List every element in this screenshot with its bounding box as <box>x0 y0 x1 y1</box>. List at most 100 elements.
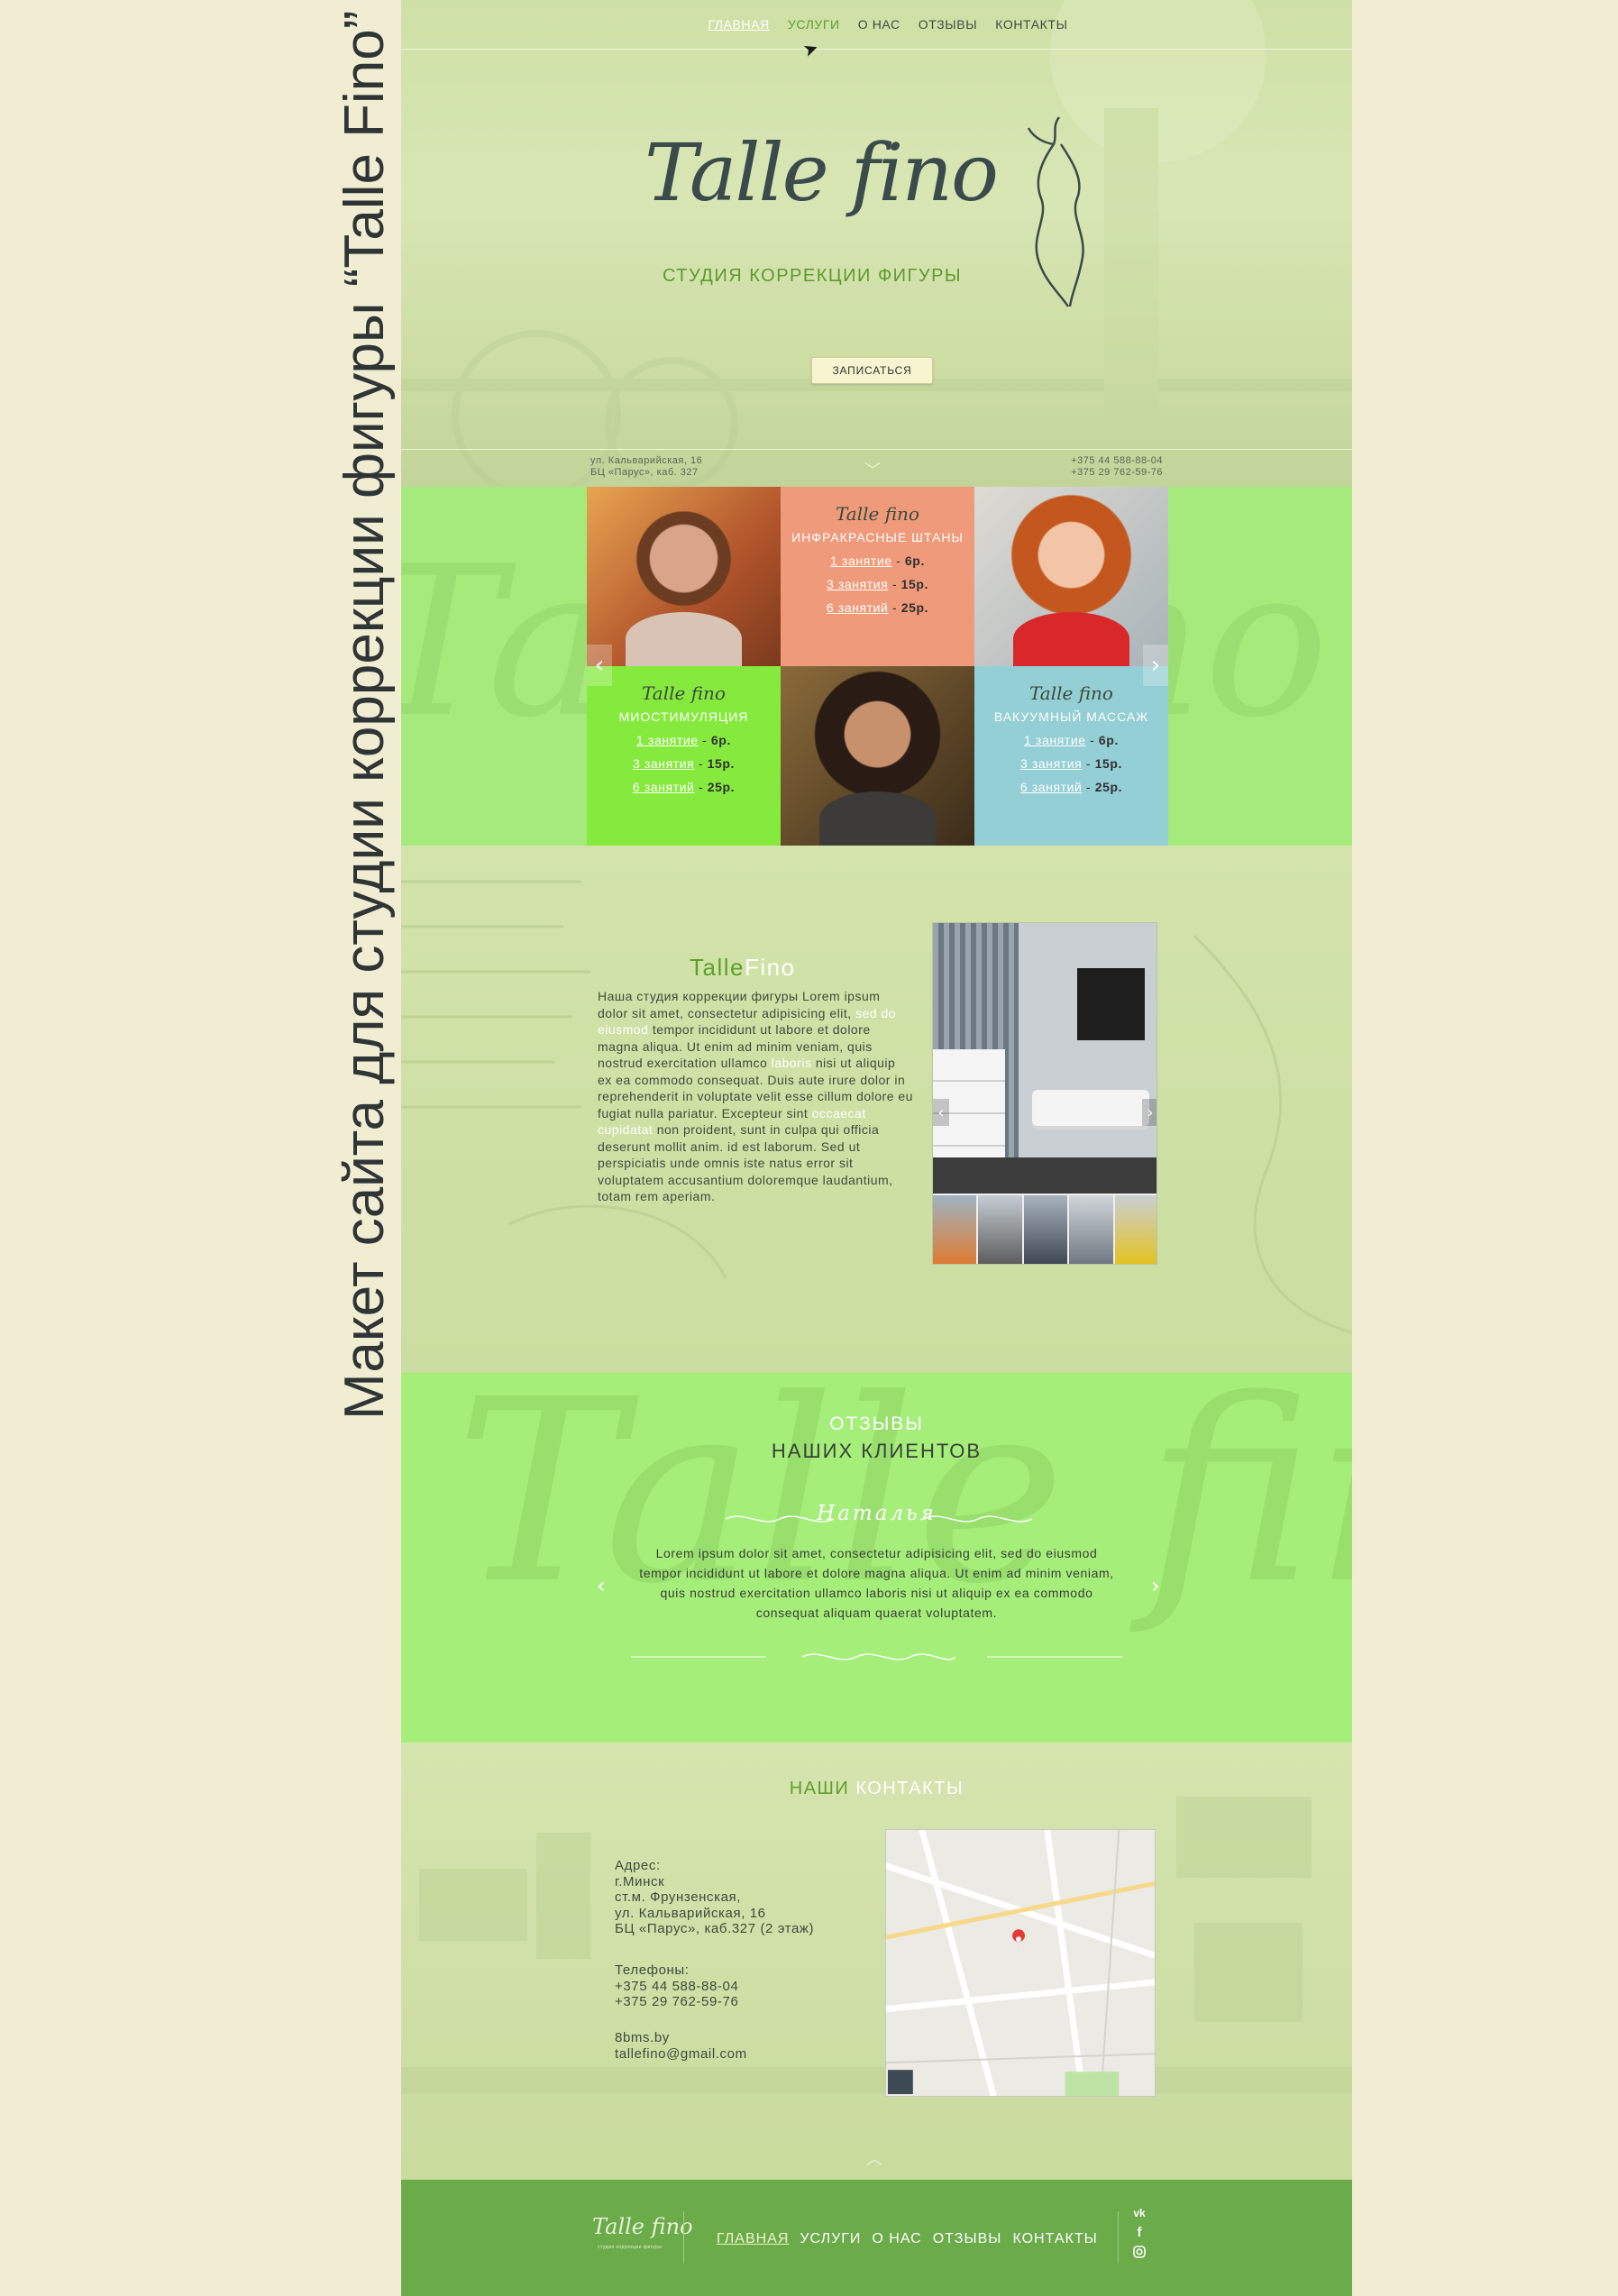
service-card-infrared[interactable]: Talle fino ИНФРАКРАСНЫЕ ШТАНЫ 1 занятие … <box>781 487 974 666</box>
photo-massage-table <box>1032 1090 1149 1126</box>
price-label[interactable]: 1 занятие <box>830 553 892 568</box>
review-prev-icon[interactable]: ‹ <box>597 1573 606 1598</box>
review-next-icon[interactable]: › <box>1151 1573 1160 1598</box>
price-value: 25р. <box>900 600 929 615</box>
footer-nav-reviews[interactable]: ОТЗЫВЫ <box>933 2231 1002 2247</box>
hero-address-line: БЦ «Парус», каб. 327 <box>590 467 699 478</box>
service-title: МИОСТИМУЛЯЦИЯ <box>618 709 749 724</box>
client-photo <box>974 487 1168 666</box>
contacts-title-b: КОНТАКТЫ <box>855 1779 964 1798</box>
gallery-thumbnail[interactable] <box>978 1195 1022 1264</box>
location-map[interactable] <box>885 1829 1156 2097</box>
gallery-thumbnail[interactable] <box>1114 1195 1156 1264</box>
photo-detail <box>819 791 936 846</box>
about-title-a: Talle <box>690 954 745 981</box>
email-link[interactable]: tallefino@gmail.com <box>615 2046 747 2063</box>
photo-floor <box>933 1157 1156 1194</box>
footer-logo[interactable]: Talle fino <box>592 2214 693 2239</box>
nav-home[interactable]: ГЛАВНАЯ <box>708 17 769 32</box>
gallery-thumbnail[interactable] <box>933 1195 977 1264</box>
site-link[interactable]: 8bms.by <box>615 2030 747 2046</box>
facebook-icon[interactable]: f <box>1138 2225 1142 2240</box>
contacts-phones: Телефоны: +375 44 588-88-04 +375 29 762-… <box>615 1962 738 2010</box>
footer-nav-services[interactable]: УСЛУГИ <box>800 2231 861 2247</box>
review-text: Lorem ipsum dolor sit amet, consectetur … <box>639 1546 1114 1620</box>
website-mockup: ГЛАВНАЯ УСЛУГИ О НАС ОТЗЫВЫ КОНТАКТЫ ➤ T… <box>401 0 1352 2296</box>
footer-nav-contacts[interactable]: КОНТАКТЫ <box>1012 2231 1097 2247</box>
female-silhouette-icon <box>1027 116 1084 307</box>
reviews-title: ОТЗЫВЫ <box>829 1413 924 1434</box>
phone-link[interactable]: +375 44 588-88-04 <box>615 1979 738 1995</box>
price-value: 15р. <box>900 577 929 591</box>
price-label[interactable]: 6 занятий <box>1020 780 1083 794</box>
gallery-next-icon[interactable]: › <box>1142 1099 1156 1126</box>
footer-divider <box>1118 2211 1119 2264</box>
logo-subtitle: СТУДИЯ КОРРЕКЦИИ ФИГУРЫ <box>663 266 963 286</box>
address-line: ул. Кальварийская, 16 <box>615 1905 766 1921</box>
nav-contacts[interactable]: КОНТАКТЫ <box>995 17 1067 32</box>
price-label[interactable]: 1 занятие <box>636 733 699 747</box>
about-section: TalleFino Наша студия коррекции фигуры L… <box>401 846 1352 1373</box>
price-value: 6р. <box>710 733 731 747</box>
footer-logo-subtitle: студия коррекции фигуры <box>598 2245 663 2250</box>
contacts-background-graphic <box>401 1797 1352 2094</box>
about-text-highlight: laboris <box>771 1056 812 1070</box>
address-line: г.Минск <box>615 1873 665 1889</box>
nav-services[interactable]: УСЛУГИ <box>788 17 840 32</box>
scroll-down-icon[interactable]: ﹀ <box>864 458 881 481</box>
hero-phones: +375 44 588-88-04 +375 29 762-59-76 <box>1055 455 1163 479</box>
card-mini-logo: Talle fino <box>836 503 919 525</box>
about-title-b: Fino <box>744 954 796 981</box>
contacts-section: НАШИ КОНТАКТЫ Адрес: г.Минск ст.м. Фрунз… <box>401 1743 1352 2180</box>
about-text: Наша студия коррекции фигуры Lorem ipsum… <box>598 988 913 1205</box>
gallery-thumbnails <box>933 1195 1156 1264</box>
nav-reviews[interactable]: ОТЗЫВЫ <box>919 17 977 32</box>
hero-section: ГЛАВНАЯ УСЛУГИ О НАС ОТЗЫВЫ КОНТАКТЫ ➤ T… <box>401 0 1352 487</box>
phone-link[interactable]: +375 29 762-59-76 <box>615 1994 738 2010</box>
footer-nav-about[interactable]: О НАС <box>872 2231 921 2247</box>
book-button[interactable]: ЗАПИСАТЬСЯ <box>811 357 933 384</box>
card-mini-logo: Talle fino <box>642 682 726 704</box>
nav-about[interactable]: О НАС <box>858 17 900 32</box>
photo-detail <box>1013 612 1129 666</box>
photo-detail <box>626 612 742 666</box>
price-label[interactable]: 3 занятия <box>1020 756 1082 771</box>
price-label[interactable]: 6 занятий <box>633 780 695 794</box>
reviewer-name: Наталья <box>817 1502 937 1525</box>
studio-gallery[interactable]: ‹ › <box>932 922 1157 1265</box>
price-row: 3 занятия - 15р. <box>632 756 736 771</box>
price-row: 3 занятия - 15р. <box>826 577 929 591</box>
services-grid: Talle fino ИНФРАКРАСНЫЕ ШТАНЫ 1 занятие … <box>587 487 1168 846</box>
slider-prev-icon[interactable]: ‹ <box>587 645 612 686</box>
price-label[interactable]: 1 занятие <box>1024 733 1086 747</box>
contacts-title-a: НАШИ <box>789 1779 850 1798</box>
hero-divider <box>401 449 1352 450</box>
photo-wall-art <box>1077 968 1145 1040</box>
slider-next-icon[interactable]: › <box>1143 645 1168 686</box>
price-label[interactable]: 3 занятия <box>827 577 888 591</box>
service-card-myostimulation[interactable]: Talle fino МИОСТИМУЛЯЦИЯ 1 занятие - 6р.… <box>587 666 781 846</box>
price-row: 1 занятие - 6р. <box>830 553 925 568</box>
client-photo <box>781 666 974 846</box>
vk-icon[interactable]: vk <box>1133 2207 1145 2219</box>
about-title: TalleFino <box>690 954 796 982</box>
gallery-prev-icon[interactable]: ‹ <box>933 1099 949 1126</box>
logo-wordmark: Talle fino <box>644 126 999 219</box>
gallery-thumbnail[interactable] <box>1023 1195 1068 1264</box>
price-label[interactable]: 3 занятия <box>633 756 694 771</box>
service-title: ВАКУУМНЫЙ МАССАЖ <box>993 709 1149 724</box>
services-section: Talle fino Talle fino ИНФРАКРАСНЫЕ ШТАНЫ… <box>401 487 1352 846</box>
instagram-icon[interactable] <box>1133 2246 1146 2262</box>
price-value: 15р. <box>707 756 736 771</box>
service-card-vacuum-massage[interactable]: Talle fino ВАКУУМНЫЙ МАССАЖ 1 занятие - … <box>974 666 1168 846</box>
price-row: 6 занятий - 25р. <box>632 780 736 794</box>
address-label: Адрес: <box>615 1858 661 1873</box>
footer-nav-home[interactable]: ГЛАВНАЯ <box>717 2231 789 2247</box>
price-row: 1 занятие - 6р. <box>636 733 731 747</box>
gallery-thumbnail[interactable] <box>1069 1195 1113 1264</box>
price-label[interactable]: 6 занятий <box>827 600 889 615</box>
scroll-up-icon[interactable]: ︿ <box>866 2146 882 2170</box>
client-photo <box>587 487 781 666</box>
hero-phone: +375 29 762-59-76 <box>1071 467 1163 478</box>
footer: Talle fino студия коррекции фигуры ГЛАВН… <box>401 2180 1352 2296</box>
